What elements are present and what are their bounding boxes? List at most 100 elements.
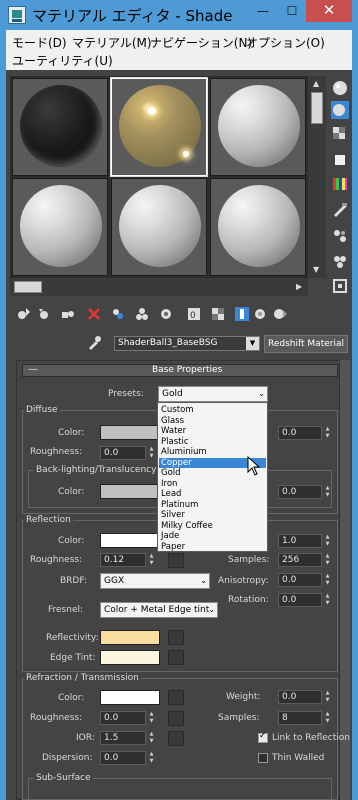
sample-slot-5[interactable] (111, 178, 207, 276)
reflection-samples-spinner[interactable]: 256 (278, 553, 322, 567)
brdf-select[interactable]: GGX ⌄ (100, 573, 210, 589)
sample-uv-tiling-icon[interactable] (330, 150, 350, 170)
edge-tint-map-button[interactable] (168, 650, 184, 665)
scroll-up-arrow-icon[interactable]: ▲ (313, 79, 319, 88)
put-to-library-icon[interactable] (158, 306, 174, 322)
spinner-arrows-icon[interactable]: ▲ ▼ (148, 751, 155, 765)
spinner-arrows-icon[interactable]: ▲ ▼ (148, 731, 155, 745)
spinner-arrows-icon[interactable]: ▲ ▼ (324, 534, 331, 548)
link-to-reflection-checkbox[interactable] (258, 731, 268, 743)
ior-spinner[interactable]: 1.5 (100, 731, 146, 745)
make-preview-icon[interactable] (330, 200, 350, 220)
chevron-down-icon[interactable]: ▼ (246, 337, 259, 350)
sample-type-sphere-icon[interactable] (330, 78, 350, 98)
collapse-icon[interactable]: — (28, 364, 38, 375)
presets-select[interactable]: Gold ⌄ (158, 386, 268, 402)
menu-mode[interactable]: モード(D) (12, 34, 67, 51)
diffuse-weight-spinner[interactable]: 0.0 (278, 426, 322, 440)
menu-options[interactable]: オプション(O) (246, 34, 325, 51)
get-material-icon[interactable] (16, 306, 32, 322)
backlight-color-swatch[interactable] (100, 484, 160, 499)
reflectivity-map-button[interactable] (168, 630, 184, 645)
preset-option-water[interactable]: Water (159, 426, 266, 437)
preset-option-paper[interactable]: Paper (159, 542, 266, 553)
material-id-channel-icon[interactable]: 0 (186, 306, 202, 322)
preset-option-milky-coffee[interactable]: Milky Coffee (159, 521, 266, 532)
minimize-button[interactable]: — (248, 0, 278, 22)
preset-option-platinum[interactable]: Platinum (159, 500, 266, 511)
make-unique-icon[interactable] (134, 306, 150, 322)
reflection-roughness-spinner[interactable]: 0.12 (100, 553, 146, 567)
thin-walled-checkbox[interactable] (258, 753, 268, 763)
reflectivity-color-swatch[interactable] (100, 630, 160, 645)
reflection-weight-spinner[interactable]: 1.0 (278, 534, 322, 548)
spinner-arrows-icon[interactable]: ▲ ▼ (324, 573, 331, 587)
background-icon[interactable] (330, 124, 350, 144)
spinner-arrows-icon[interactable]: ▲ ▼ (148, 711, 155, 725)
reset-map-icon[interactable] (86, 306, 102, 322)
spinner-arrows-icon[interactable]: ▲ ▼ (324, 690, 331, 704)
refraction-color-map-button[interactable] (168, 690, 184, 705)
spinner-arrows-icon[interactable]: ▲ ▼ (324, 711, 331, 725)
dispersion-spinner[interactable]: 0.0 (100, 751, 146, 765)
show-end-result-icon[interactable] (234, 306, 250, 322)
rotation-spinner[interactable]: 0.0 (278, 593, 322, 607)
diffuse-roughness-spinner[interactable]: 0.0 (100, 446, 146, 460)
sample-slot-6[interactable] (210, 178, 306, 276)
preset-option-lead[interactable]: Lead (159, 489, 266, 500)
sample-slot-1[interactable] (12, 78, 108, 176)
spinner-arrows-icon[interactable]: ▲ ▼ (148, 446, 155, 460)
menu-utilities[interactable]: ユーティリティ(U) (12, 52, 113, 69)
make-material-copy-icon[interactable] (110, 306, 126, 322)
refraction-color-swatch[interactable] (100, 690, 160, 705)
anisotropy-spinner[interactable]: 0.0 (278, 573, 322, 587)
eyedropper-icon[interactable] (86, 335, 102, 351)
fresnel-select[interactable]: Color + Metal Edge tint ⌄ (100, 602, 218, 618)
show-shaded-material-icon[interactable] (210, 306, 226, 322)
reflection-roughness-map-button[interactable] (168, 553, 184, 568)
refraction-weight-spinner[interactable]: 0.0 (278, 690, 322, 704)
preset-option-iron[interactable]: Iron (159, 479, 266, 490)
ior-map-button[interactable] (168, 731, 184, 746)
refraction-roughness-spinner[interactable]: 0.0 (100, 711, 146, 725)
slots-horizontal-scrollbar[interactable]: ▶ (10, 278, 308, 296)
material-name-field[interactable]: ShaderBall3_BaseBSG (114, 336, 260, 351)
menu-material[interactable]: マテリアル(M) (72, 34, 152, 51)
sample-slot-3[interactable] (210, 78, 306, 176)
scroll-down-arrow-icon[interactable]: ▼ (313, 265, 319, 274)
options-icon[interactable] (330, 226, 350, 246)
preset-option-plastic[interactable]: Plastic (159, 437, 266, 448)
spinner-arrows-icon[interactable]: ▲ ▼ (148, 553, 155, 567)
preset-option-silver[interactable]: Silver (159, 510, 266, 521)
preset-option-glass[interactable]: Glass (159, 416, 266, 427)
select-by-material-icon[interactable] (330, 252, 350, 272)
menu-navigation[interactable]: ナビゲーション(N) (150, 34, 252, 51)
spinner-arrows-icon[interactable]: ▲ ▼ (324, 593, 331, 607)
scrollbar-thumb[interactable] (14, 281, 42, 293)
put-to-scene-icon[interactable] (36, 306, 52, 322)
scroll-right-arrow-icon[interactable]: ▶ (296, 282, 302, 291)
slots-vertical-scrollbar[interactable]: ▲ ▼ (308, 76, 326, 278)
close-button[interactable]: ✕ (306, 0, 352, 22)
backlight-weight-spinner[interactable]: 0.0 (278, 485, 322, 499)
spinner-arrows-icon[interactable]: ▲ ▼ (324, 485, 331, 499)
assign-to-selection-icon[interactable] (60, 306, 76, 322)
maximize-button[interactable]: ☐ (278, 0, 306, 22)
backlight-icon[interactable] (330, 100, 350, 120)
scrollbar-thumb[interactable] (311, 92, 323, 124)
sample-slot-4[interactable] (12, 178, 108, 276)
preset-option-jade[interactable]: Jade (159, 531, 266, 542)
preset-option-custom[interactable]: Custom (159, 405, 266, 416)
sample-slot-2-active[interactable] (110, 77, 208, 177)
edge-tint-color-swatch[interactable] (100, 650, 160, 665)
refraction-samples-spinner[interactable]: 8 (278, 711, 322, 725)
app-icon[interactable] (8, 6, 26, 24)
go-forward-to-sibling-icon[interactable] (272, 306, 288, 322)
reflection-color-swatch[interactable] (100, 533, 160, 548)
go-to-parent-icon[interactable] (252, 306, 268, 322)
spinner-arrows-icon[interactable]: ▲ ▼ (324, 553, 331, 567)
spinner-arrows-icon[interactable]: ▲ ▼ (324, 426, 331, 440)
video-color-check-icon[interactable] (330, 174, 350, 194)
diffuse-color-swatch[interactable] (100, 425, 160, 440)
material-map-navigator-icon[interactable] (330, 276, 350, 296)
